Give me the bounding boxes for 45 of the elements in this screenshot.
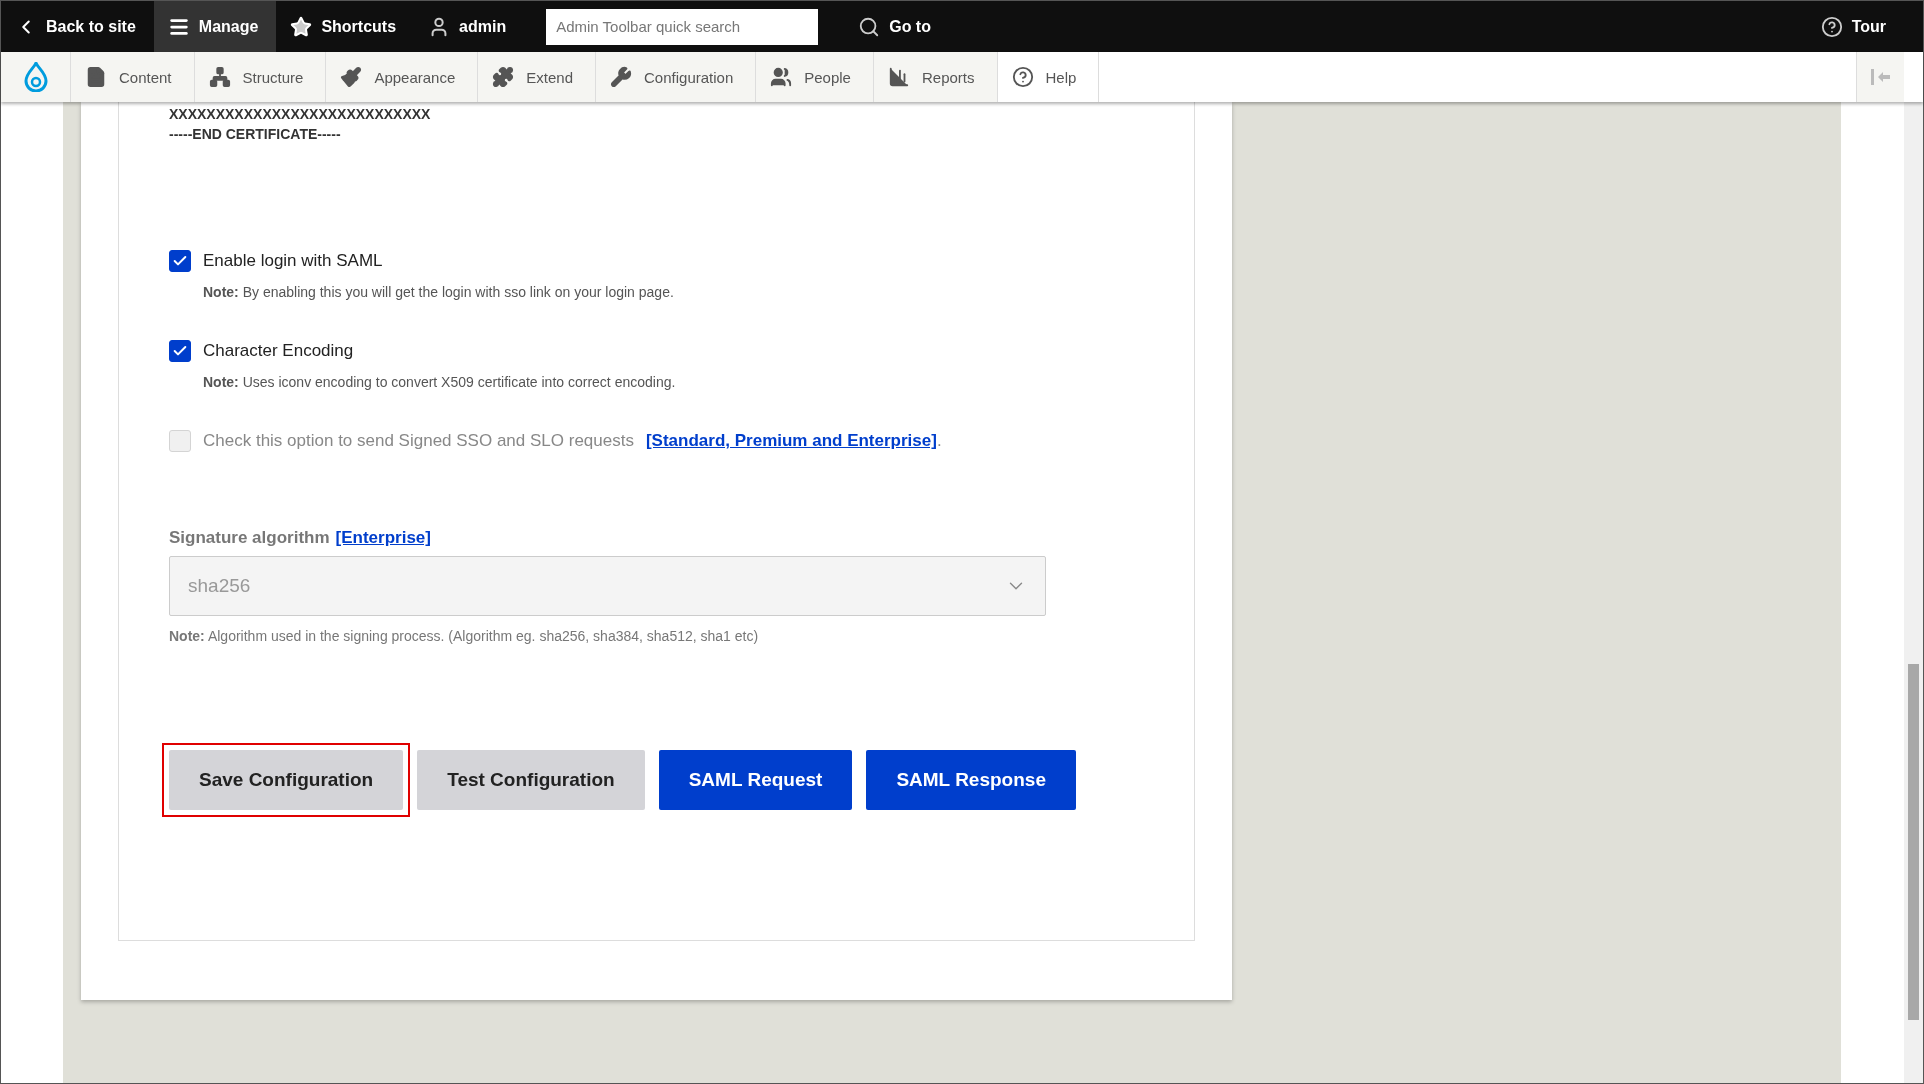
toolbar-item[interactable]: Manage: [153, 1, 277, 52]
toolbar-item[interactable]: Back to site: [1, 1, 154, 52]
checkbox-label: Character Encoding: [203, 341, 354, 361]
scrollbar[interactable]: [1904, 102, 1923, 1083]
checkbox-label: Check this option to send Signed SSO and SLO requests: [203, 431, 634, 451]
punctuation-text: .: [936, 431, 942, 451]
tray-item[interactable]: Configuration: [596, 52, 757, 102]
note-text: Note: Algorithm used in the signing process. (Algorithm eg. sha256, sha384, sha512, sha1 etc): [169, 628, 760, 644]
star-icon: [290, 15, 313, 38]
collapse-icon: [1870, 69, 1891, 85]
tray-item[interactable]: Help: [997, 52, 1100, 102]
form-button[interactable]: SAML Request: [658, 750, 853, 810]
certificate-text: XXXXXXXXXXXXXXXXXXXXXXXXXXXX: [169, 105, 432, 124]
note-text: Note: Uses iconv encoding to convert X509 certificate into correct encoding.: [202, 374, 677, 390]
checkbox-label: Enable login with SAML: [203, 251, 383, 271]
form-button[interactable]: Test Configuration: [417, 750, 645, 810]
search-field[interactable]: Admin Toolbar quick search: [546, 8, 819, 45]
form-button[interactable]: SAML Response: [866, 750, 1076, 810]
wrench-icon: [610, 66, 632, 88]
drupal-logo[interactable]: [1, 52, 71, 102]
collapse-button[interactable]: [1856, 52, 1904, 102]
help-icon: [1011, 66, 1034, 88]
search-icon: [858, 15, 881, 38]
checkbox[interactable]: [169, 340, 191, 362]
tray-item[interactable]: Content: [71, 52, 195, 102]
hierarchy-icon: [208, 66, 231, 88]
note-text: Note: By enabling this you will get the login with sso link on your login page.: [202, 284, 675, 300]
toolbar-item[interactable]: admin: [414, 1, 525, 52]
tour-link[interactable]: Tour: [1806, 1, 1904, 52]
goto-link[interactable]: Go to: [844, 1, 949, 52]
certificate-text: -----END CERTIFICATE-----: [169, 125, 342, 144]
tray-item[interactable]: People: [756, 52, 874, 102]
puzzle-icon: [492, 66, 515, 88]
tray-item[interactable]: Extend: [478, 52, 596, 102]
tray-item[interactable]: Structure: [194, 52, 327, 102]
form-button[interactable]: Save Configuration: [169, 750, 404, 810]
tray-item[interactable]: Appearance: [326, 52, 479, 102]
field-label: Signature algorithm: [169, 528, 330, 548]
help-icon: [1820, 15, 1843, 38]
brush-icon: [340, 66, 363, 88]
people-icon: [770, 66, 793, 88]
document-icon: [85, 66, 107, 88]
checkbox[interactable]: [169, 250, 191, 272]
toolbar-item[interactable]: Shortcuts: [276, 1, 415, 52]
tray-item[interactable]: Reports: [873, 52, 998, 102]
